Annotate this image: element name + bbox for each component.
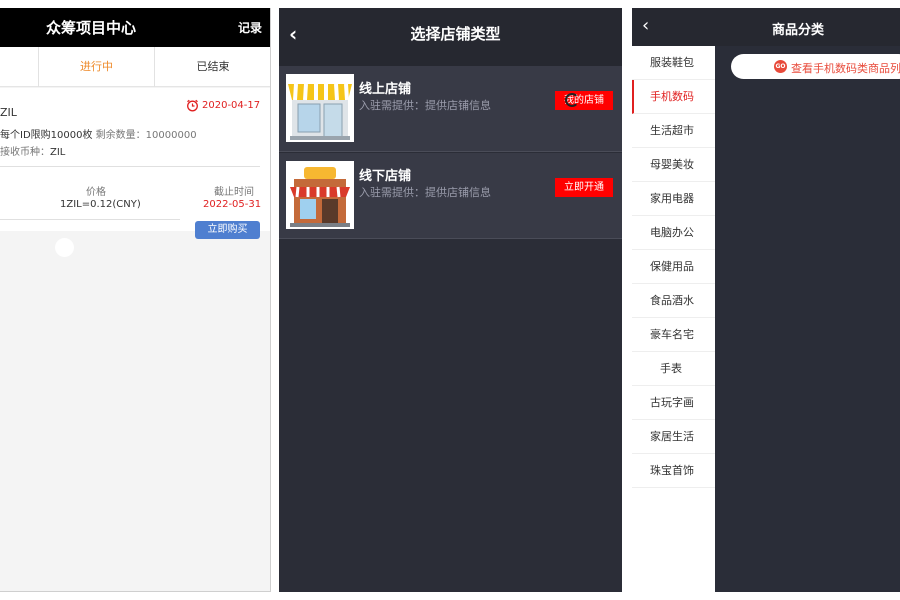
currency-value: ZIL	[50, 147, 66, 158]
online-store-image	[286, 74, 354, 142]
currency-label: 接收币种：	[0, 147, 50, 158]
category-item[interactable]: 家居生活	[632, 420, 715, 454]
open-now-button[interactable]: 立即开通	[555, 178, 613, 197]
chevron-left-icon[interactable]: ‹	[642, 15, 649, 36]
view-product-list-button[interactable]: GO 查看手机数码类商品列	[731, 54, 900, 79]
my-store-button[interactable]: 我的店铺	[555, 91, 613, 110]
category-item[interactable]: 家用电器	[632, 182, 715, 216]
online-store-title: 线上店铺	[359, 82, 412, 97]
tab-ongoing[interactable]: 进行中	[39, 47, 154, 87]
buy-now-button[interactable]: 立即购买	[195, 221, 260, 239]
category-item[interactable]: 豪车名宅	[632, 318, 715, 352]
touch-indicator	[55, 238, 74, 257]
online-store-desc: 入驻需提供：提供店铺信息	[359, 99, 491, 112]
online-store-row[interactable]: 线上店铺 入驻需提供：提供店铺信息 我的店铺	[279, 66, 622, 152]
category-item[interactable]: 母婴美妆	[632, 148, 715, 182]
page-title: 商品分类	[772, 23, 825, 38]
offline-store-desc: 入驻需提供：提供店铺信息	[359, 186, 491, 199]
tab-ended[interactable]: 已结束	[155, 47, 270, 87]
remaining-label: 剩余数量：	[95, 130, 146, 141]
project-name: ZIL	[0, 106, 17, 119]
category-item[interactable]: 电脑办公	[632, 216, 715, 250]
shop-type-header: ‹ 选择店铺类型	[279, 8, 622, 66]
offline-store-image	[286, 161, 354, 229]
category-item[interactable]: 古玩字画	[632, 386, 715, 420]
alarm-clock-icon	[187, 99, 198, 112]
deadline-label: 截止时间	[214, 187, 254, 198]
project-date: 2020-04-17	[202, 100, 261, 111]
crowdfund-panel: 众筹项目中心 记录 进行中 已结束 ZIL 2020-04-17 每个ID限购1…	[0, 8, 271, 592]
category-sidebar: 服装鞋包 手机数码 生活超市 母婴美妆 家用电器 电脑办公 保健用品 食品酒水 …	[632, 46, 715, 592]
price-value: 1ZIL=0.12(CNY)	[60, 199, 141, 210]
category-item[interactable]: 珠宝首饰	[632, 454, 715, 488]
category-item[interactable]: 保健用品	[632, 250, 715, 284]
remaining-value: 10000000	[145, 130, 197, 141]
go-icon: GO	[774, 60, 787, 73]
page-title: 选择店铺类型	[410, 25, 501, 43]
category-item[interactable]: 手表	[632, 352, 715, 386]
offline-store-row[interactable]: 线下店铺 入驻需提供：提供店铺信息 立即开通	[279, 153, 622, 239]
category-item[interactable]: 服装鞋包	[632, 46, 715, 80]
category-item[interactable]: 食品酒水	[632, 284, 715, 318]
card-divider	[0, 219, 180, 220]
price-label: 价格	[86, 187, 106, 198]
crowdfund-header: 众筹项目中心 记录	[0, 8, 270, 47]
status-tabs: 进行中 已结束	[0, 47, 270, 87]
category-item[interactable]: 手机数码	[632, 80, 715, 114]
deadline-value: 2022-05-31	[203, 199, 262, 210]
project-card: ZIL 2020-04-17 每个ID限购10000枚 剩余数量：1000000…	[0, 88, 270, 231]
view-product-list-label: 查看手机数码类商品列	[791, 62, 900, 75]
shop-type-panel: ‹ 选择店铺类型 线上店铺 入驻需提供：提供店铺信息 我的店铺 线下店铺 入驻需…	[279, 8, 622, 592]
offline-store-title: 线下店铺	[359, 169, 412, 184]
loading-spinner-icon	[565, 93, 579, 107]
category-header: ‹ 商品分类	[632, 8, 900, 46]
page-title: 众筹项目中心	[45, 19, 136, 37]
card-divider	[0, 166, 260, 167]
category-item[interactable]: 生活超市	[632, 114, 715, 148]
purchase-limit: 每个ID限购10000枚	[0, 130, 93, 141]
category-panel: ‹ 商品分类 服装鞋包 手机数码 生活超市 母婴美妆 家用电器 电脑办公 保健用…	[632, 8, 900, 592]
record-button[interactable]: 记录	[238, 19, 262, 36]
